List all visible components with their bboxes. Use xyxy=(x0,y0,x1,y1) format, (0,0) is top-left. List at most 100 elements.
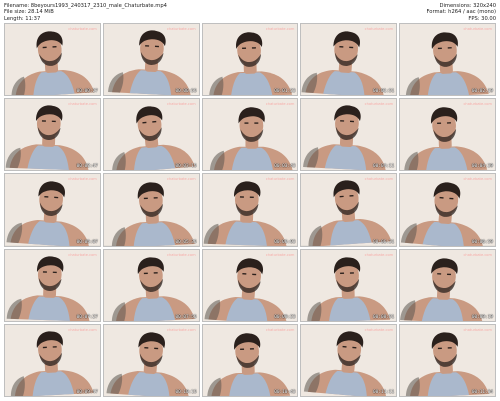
timestamp: 00:00:27 xyxy=(76,89,98,95)
video-thumbnail: chaturbate.com 00:03:15 xyxy=(102,98,200,172)
video-thumbnail: chaturbate.com 00:07:27 xyxy=(4,248,101,322)
timestamp: 00:07:55 xyxy=(175,314,197,320)
watermark: chaturbate.com xyxy=(68,177,97,182)
timestamp: 00:09:19 xyxy=(471,314,493,320)
webcam-frame-image xyxy=(202,99,298,171)
watermark: chaturbate.com xyxy=(68,327,97,332)
timestamp: 00:10:43 xyxy=(274,389,296,395)
video-thumbnail: chaturbate.com 00:06:59 xyxy=(399,173,496,247)
video-thumbnail: chaturbate.com 00:02:19 xyxy=(399,23,496,97)
webcam-frame-image xyxy=(301,174,397,246)
timestamp: 00:08:51 xyxy=(373,314,395,320)
timestamp: 00:08:23 xyxy=(274,314,296,320)
watermark: chaturbate.com xyxy=(364,177,394,182)
watermark: chaturbate.com xyxy=(68,27,97,31)
watermark: chaturbate.com xyxy=(265,327,295,332)
webcam-frame-image xyxy=(5,99,100,171)
webcam-frame-image xyxy=(301,324,397,396)
timestamp: 00:05:35 xyxy=(175,239,197,245)
timestamp: 00:11:34 xyxy=(471,389,493,395)
watermark: chaturbate.com xyxy=(364,327,394,332)
timestamp: 00:00:55 xyxy=(175,89,197,95)
timestamp: 00:04:11 xyxy=(373,164,395,170)
timestamp: 00:01:23 xyxy=(274,89,296,95)
webcam-frame-image xyxy=(202,174,298,246)
video-thumbnail: chaturbate.com 00:09:19 xyxy=(399,248,496,322)
webcam-frame-image xyxy=(301,249,397,321)
video-thumbnail: chaturbate.com 00:11:34 xyxy=(399,323,496,397)
webcam-frame-image xyxy=(103,99,199,171)
video-thumbnail: chaturbate.com 00:02:47 xyxy=(4,98,101,172)
webcam-frame-image xyxy=(5,174,100,246)
webcam-frame-image xyxy=(5,24,100,96)
video-thumbnail: chaturbate.com 00:06:31 xyxy=(300,173,398,247)
watermark: chaturbate.com xyxy=(68,102,97,107)
length-label: Length: 11:37 xyxy=(4,15,41,22)
video-thumbnail: chaturbate.com 00:00:27 xyxy=(4,23,101,97)
video-thumbnail: chaturbate.com 00:09:47 xyxy=(4,323,101,397)
timestamp: 00:03:15 xyxy=(175,164,197,170)
format-label: Format: h264 / aac (mono) xyxy=(426,9,496,16)
video-thumbnail: chaturbate.com 00:04:11 xyxy=(300,98,398,172)
webcam-frame-image xyxy=(202,24,298,96)
timestamp: 00:05:07 xyxy=(76,239,98,245)
watermark: chaturbate.com xyxy=(167,27,196,31)
watermark: chaturbate.com xyxy=(364,102,394,107)
webcam-frame-image xyxy=(5,324,100,396)
video-thumbnail: chaturbate.com 00:05:07 xyxy=(4,173,101,247)
thumbnail-grid: chaturbate.com 00:00:27 chaturbate.com 00:0… xyxy=(4,23,496,397)
fps-label: FPS: 30.00 xyxy=(468,15,496,22)
watermark: chaturbate.com xyxy=(265,252,295,257)
video-thumbnail: chaturbate.com 00:10:15 xyxy=(102,323,200,397)
video-thumbnail: chaturbate.com 00:11:11 xyxy=(300,323,398,397)
timestamp: 00:09:47 xyxy=(76,389,98,395)
video-thumbnail: chaturbate.com 00:01:23 xyxy=(201,23,299,97)
watermark: chaturbate.com xyxy=(167,252,196,257)
watermark: chaturbate.com xyxy=(463,252,492,257)
webcam-frame-image xyxy=(400,24,495,96)
timestamp: 00:01:51 xyxy=(373,89,395,95)
timestamp: 00:06:31 xyxy=(373,239,395,245)
timestamp: 00:03:43 xyxy=(274,164,296,170)
timestamp: 00:11:11 xyxy=(373,389,395,395)
info-header: Filename: 8beyours1993_240317_2310_male_… xyxy=(0,0,500,22)
watermark: chaturbate.com xyxy=(364,252,394,257)
watermark: chaturbate.com xyxy=(265,27,295,31)
video-thumbnail: chaturbate.com 00:01:51 xyxy=(300,23,398,97)
timestamp: 00:02:19 xyxy=(471,89,493,95)
webcam-frame-image xyxy=(301,99,397,171)
video-thumbnail: chaturbate.com 00:07:55 xyxy=(102,248,200,322)
watermark: chaturbate.com xyxy=(265,177,295,182)
webcam-frame-image xyxy=(400,324,495,396)
webcam-frame-image xyxy=(103,249,199,321)
video-thumbnail: chaturbate.com 00:08:23 xyxy=(201,248,299,322)
watermark: chaturbate.com xyxy=(167,177,196,182)
timestamp: 00:04:39 xyxy=(471,164,493,170)
watermark: chaturbate.com xyxy=(265,102,295,107)
video-thumbnail: chaturbate.com 00:10:43 xyxy=(201,323,299,397)
video-thumbnail: chaturbate.com 00:06:03 xyxy=(201,173,299,247)
video-thumbnail: chaturbate.com 00:08:51 xyxy=(300,248,398,322)
timestamp: 00:06:59 xyxy=(471,239,493,245)
video-thumbnail: chaturbate.com 00:05:35 xyxy=(102,173,200,247)
watermark: chaturbate.com xyxy=(463,327,492,332)
webcam-frame-image xyxy=(202,324,298,396)
webcam-frame-image xyxy=(5,249,100,321)
video-thumbnail: chaturbate.com 00:04:39 xyxy=(399,98,496,172)
webcam-frame-image xyxy=(400,99,495,171)
watermark: chaturbate.com xyxy=(68,252,97,257)
watermark: chaturbate.com xyxy=(463,102,492,107)
info-right: Dimensions: 320x240 Format: h264 / aac (… xyxy=(426,3,496,22)
watermark: chaturbate.com xyxy=(463,27,492,31)
webcam-frame-image xyxy=(202,249,298,321)
watermark: chaturbate.com xyxy=(167,327,196,332)
watermark: chaturbate.com xyxy=(364,27,394,31)
webcam-frame-image xyxy=(400,249,495,321)
watermark: chaturbate.com xyxy=(167,102,196,107)
webcam-frame-image xyxy=(103,174,199,246)
timestamp: 00:10:15 xyxy=(175,389,197,395)
video-thumbnail: chaturbate.com 00:03:43 xyxy=(201,98,299,172)
timestamp: 00:07:27 xyxy=(76,314,98,320)
webcam-frame-image xyxy=(103,324,199,396)
webcam-frame-image xyxy=(103,24,199,96)
